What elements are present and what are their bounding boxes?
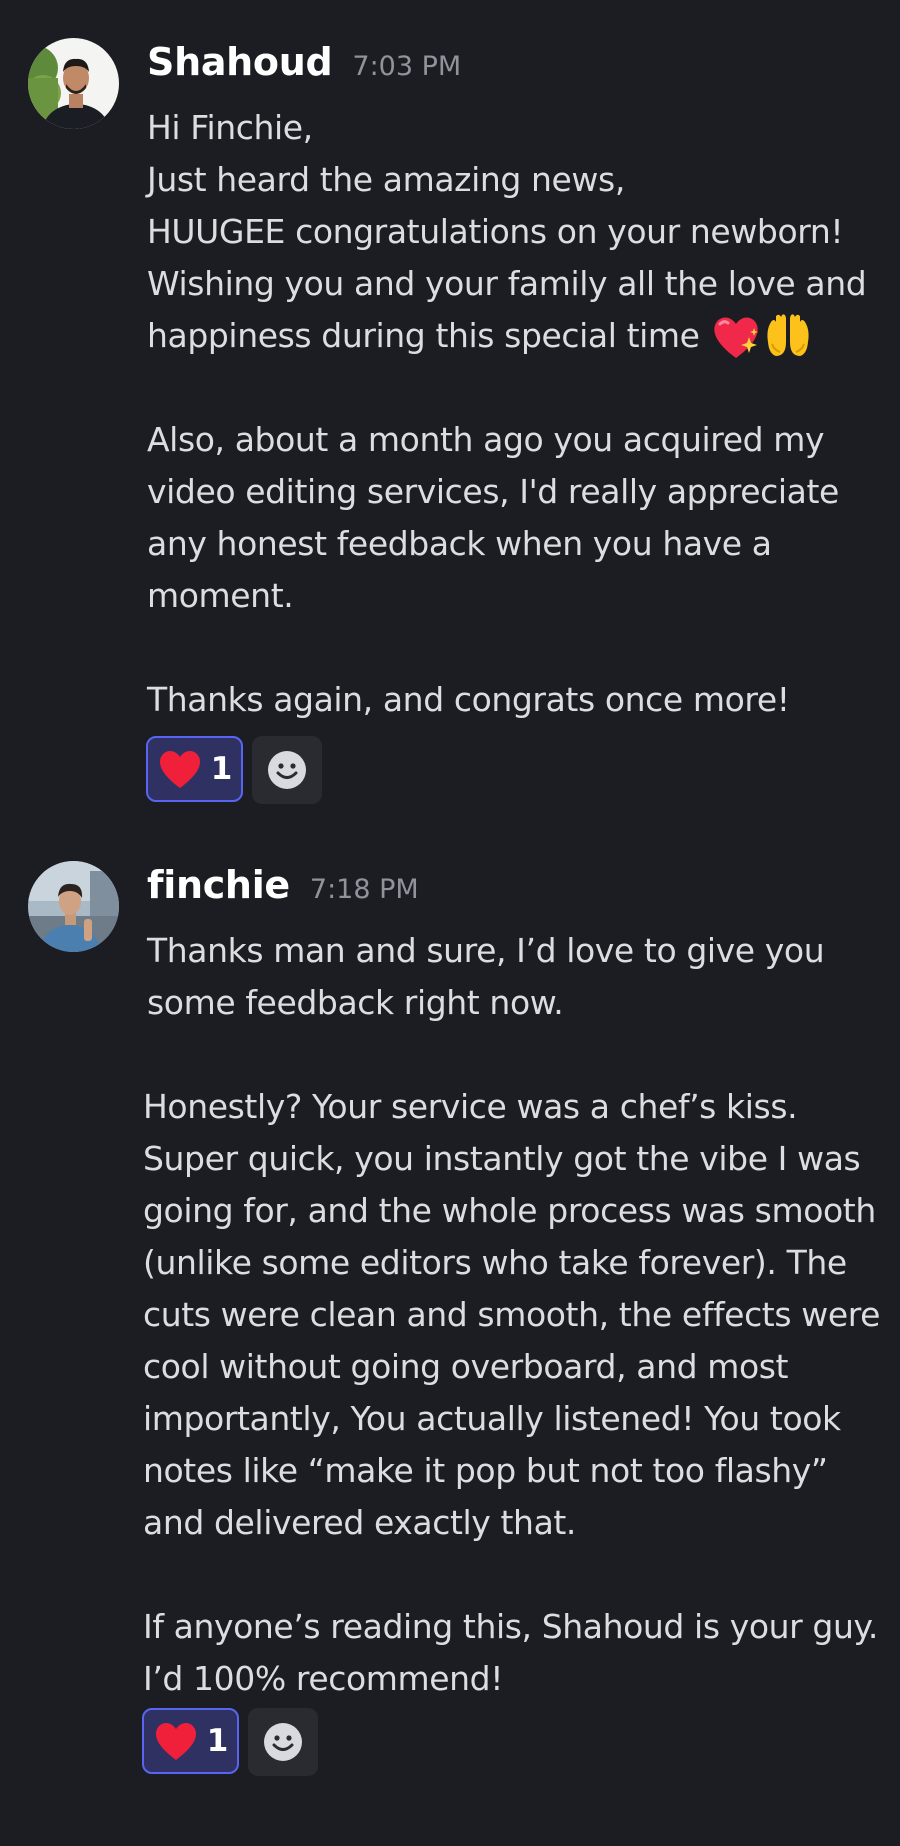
message-line: Also, about a month ago you acquired my	[147, 420, 825, 459]
message-line: and delivered exactly that.	[143, 1503, 577, 1542]
message-line: cuts were clean and smooth, the effects …	[143, 1295, 881, 1334]
message-line: Hi Finchie,	[147, 108, 313, 147]
reaction-count: 1	[210, 751, 233, 787]
reaction-count: 1	[206, 1723, 229, 1759]
reaction-bar: 1	[146, 736, 322, 804]
message-line: video editing services, I'd really appre…	[147, 472, 839, 511]
username[interactable]: Shahoud	[147, 40, 333, 84]
message-line: (unlike some editors who take forever). …	[143, 1243, 847, 1282]
timestamp: 7:03 PM	[352, 51, 462, 82]
message-line: I’d 100% recommend!	[143, 1659, 504, 1698]
smiley-face-icon	[268, 751, 306, 789]
message-line: notes like “make it pop but not too flas…	[143, 1451, 828, 1490]
message-line: If anyone’s reading this, Shahoud is you…	[143, 1607, 878, 1646]
avatar-shahoud-image	[28, 38, 119, 129]
message-header: Shahoud 7:03 PM	[147, 40, 461, 96]
reaction-bar: 1	[142, 1708, 318, 1776]
message-line: Super quick, you instantly got the vibe …	[143, 1139, 861, 1178]
timestamp: 7:18 PM	[309, 874, 419, 905]
username[interactable]: finchie	[147, 863, 290, 907]
message-line: Thanks man and sure, I’d love to give yo…	[147, 931, 825, 970]
message-line-text: happiness during this special time	[147, 316, 700, 355]
message-line: some feedback right now.	[147, 983, 564, 1022]
add-reaction-button[interactable]	[248, 1708, 318, 1776]
heart-reaction-button[interactable]: 1	[142, 1708, 239, 1774]
avatar-finchie-image	[28, 861, 119, 952]
message-line: any honest feedback when you have a	[147, 524, 772, 563]
message-line: Thanks again, and congrats once more!	[147, 680, 790, 719]
red-heart-icon	[155, 1723, 196, 1760]
raising-hands-emoji	[762, 312, 814, 360]
message-content: Hi Finchie, Just heard the amazing news,…	[147, 102, 867, 726]
red-heart-icon	[159, 751, 200, 788]
message-line: Honestly? Your service was a chef’s kiss…	[143, 1087, 798, 1126]
smiley-face-icon	[264, 1723, 302, 1761]
message-line: Wishing you and your family all the love…	[147, 264, 867, 303]
avatar-shahoud[interactable]	[28, 38, 119, 129]
heart-reaction-button[interactable]: 1	[146, 736, 243, 802]
message-header: finchie 7:18 PM	[147, 863, 419, 919]
message-line: HUUGEE congratulations on your newborn!	[147, 212, 844, 251]
message-content: Thanks man and sure, I’d love to give yo…	[143, 925, 880, 1705]
message-line: going for, and the whole process was smo…	[143, 1191, 876, 1230]
add-reaction-button[interactable]	[252, 736, 322, 804]
message-line-with-emojis: happiness during this special time	[147, 310, 866, 362]
message-line: importantly, You actually listened! You …	[143, 1399, 841, 1438]
message-line: Just heard the amazing news,	[147, 160, 625, 199]
message-line: cool without going overboard, and most	[143, 1347, 789, 1386]
sparkling-heart-emoji	[710, 312, 762, 360]
message-line: moment.	[147, 576, 294, 615]
avatar-finchie[interactable]	[28, 861, 119, 952]
